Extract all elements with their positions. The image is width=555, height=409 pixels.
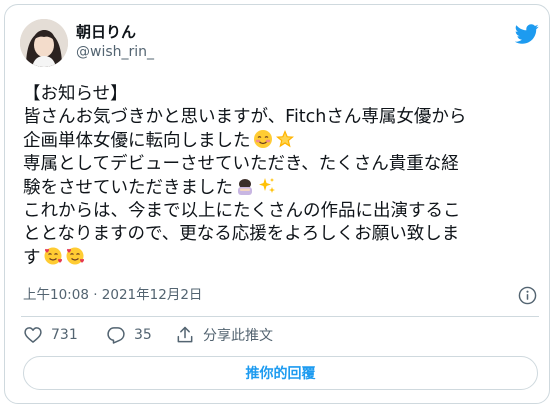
reply-action-button[interactable]: 35 [106,324,152,346]
tweet-line: 【お知らせ】 [23,84,128,104]
smiling-face-with-blush-icon [253,130,272,148]
tweet-line: 験をさせていただきました [23,176,538,200]
smiling-face-with-hearts-icon [44,247,62,265]
reply-icon [107,327,125,344]
twitter-bird-icon[interactable] [515,22,539,46]
avatar[interactable] [20,19,68,67]
tweet-line: 専属としてデビューさせていただき、たくさん貴重な経 [23,154,459,174]
tweet-line: これからは、今まで以上にたくさんの作品に出演するこ [23,201,461,221]
tweet-line: 企画単体女優に転向しました [23,129,538,153]
handle[interactable]: @wish_rin_ [76,43,154,61]
sparkles-icon [259,178,275,193]
display-name[interactable]: 朝日りん [76,22,136,42]
timestamp[interactable]: 上午10:08 · 2021年12月2日 [23,285,202,305]
glowing-star-icon [275,130,294,148]
tweet-line: ととなりますので、更なる応援をよろしくお願い致しま [23,224,460,244]
like-button[interactable]: 731 [23,324,78,346]
like-count: 731 [51,327,78,343]
tweet-line: 皆さんお気づきかと思いますが、Fitchさん専属女優から [23,107,467,127]
divider [21,316,539,317]
tweet-line: す [23,246,538,270]
share-icon [177,326,193,343]
share-label: 分享此推文 [203,328,273,344]
heart-icon [24,327,42,343]
smiling-face-with-hearts-icon [66,247,84,265]
share-button[interactable]: 分享此推文 [175,324,273,346]
tweet-card: 朝日りん @wish_rin_ 【お知らせ】 皆さんお気づきかと思いますが、Fi… [4,4,550,404]
info-icon[interactable] [518,286,537,305]
tweet-text: 【お知らせ】 皆さんお気づきかと思いますが、Fitchさん専属女優から 企画単体… [23,83,538,270]
reply-count: 35 [134,327,152,343]
person-bowing-icon [238,179,252,195]
reply-button[interactable]: 推你的回覆 [23,356,538,390]
